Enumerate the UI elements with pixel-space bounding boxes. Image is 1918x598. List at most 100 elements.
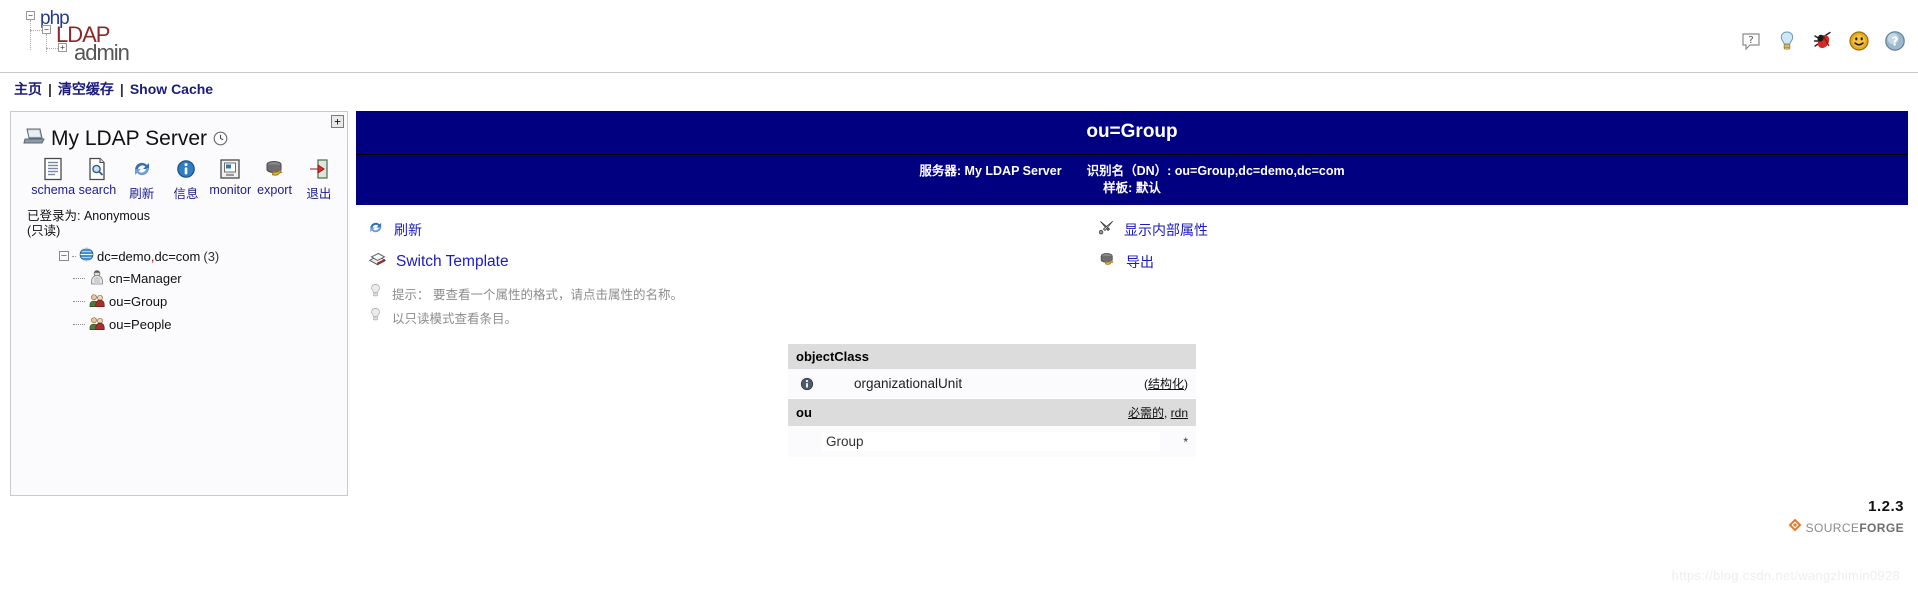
attribute-header-objectclass: objectClass [788,343,1196,369]
footer: 1.2.3 SOURCEFORGE [1788,498,1904,537]
search-icon [75,155,119,181]
logout-icon [297,155,341,181]
sidebar-tool-logout-label: 退出 [306,187,332,201]
smiley-icon[interactable] [1848,30,1870,52]
template-icon [368,250,387,274]
entry-actions: 刷新 Switch Template 提示： 要查看一个属性的格式，请点击属性的… [356,219,1908,329]
sourceforge-badge[interactable]: SOURCEFORGE [1788,518,1904,537]
sidebar-tool-monitor[interactable]: monitor [208,155,252,202]
logo-text-admin: admin [74,40,130,65]
group-icon [89,315,105,334]
action-export[interactable]: 导出 [1098,250,1208,274]
required-asterisk: * [1183,434,1188,449]
info-icon [164,155,208,181]
lightbulb-icon [368,283,383,303]
action-refresh-label[interactable]: 刷新 [394,220,422,240]
action-show-internal-attributes[interactable]: 显示内部属性 [1098,219,1208,241]
tree-node-ou-people[interactable]: ou=People [73,315,341,334]
tree-node-label[interactable]: ou=People [109,317,172,332]
tree-root-node[interactable]: – dc=demo,dc=com (3) [59,247,341,265]
sidebar-tool-monitor-label: monitor [209,183,252,197]
sidebar-tool-refresh[interactable]: 刷新 [120,155,164,202]
group-icon [89,292,105,311]
action-refresh[interactable]: 刷新 [368,219,683,241]
clock-icon [213,131,228,146]
action-switch-template-label[interactable]: Switch Template [396,253,509,271]
tree-root-count: (3) [203,248,220,264]
export-icon [252,155,296,181]
sidebar-tool-search[interactable]: search [75,155,119,202]
tree-node-cn-manager[interactable]: cn=Manager [73,269,341,288]
question-help-icon[interactable]: ? [1884,30,1906,52]
action-show-internal-attributes-label[interactable]: 显示内部属性 [1124,220,1208,240]
tree-node-ou-group[interactable]: ou=Group [73,292,341,311]
flag-rdn[interactable]: rdn [1171,406,1188,420]
server-tool-strip: schema search 刷新 信息 monitor export 退出 [31,155,341,202]
main-content: ou=Group 服务器: My LDAP Server 识别名（DN）: ou… [356,111,1908,457]
sidebar-collapse-button[interactable]: + [331,115,344,128]
logo-line-3 [46,34,47,52]
tree-expander-icon[interactable]: – [59,251,69,261]
sidebar-panel: + My LDAP Server schema search 刷新 信息 mon… [10,111,348,496]
bug-icon[interactable] [1812,30,1834,52]
tree-guide [73,301,85,302]
hint-readonly-mode: 以只读模式查看条目。 [368,307,683,327]
tools-icon [1098,219,1115,241]
hint-attribute-format: 提示： 要查看一个属性的格式，请点击属性的名称。 [368,283,683,303]
sidebar-tool-export[interactable]: export [252,155,296,202]
logo-line-1 [30,20,31,50]
sidebar-tool-info[interactable]: 信息 [164,155,208,202]
action-switch-template[interactable]: Switch Template [368,250,683,274]
nav-separator-1: | [48,81,52,97]
sidebar-tool-logout[interactable]: 退出 [297,155,341,202]
attribute-value-row: * [788,426,1196,457]
attribute-name[interactable]: ou [796,405,812,420]
logo-line-4 [46,48,58,49]
attribute-name[interactable]: objectClass [796,349,869,364]
entry-dn-value: ou=Group,dc=demo,dc=com [1174,164,1345,178]
entry-meta-line1: 服务器: My LDAP Server 识别名（DN）: ou=Group,dc… [356,163,1908,180]
nav-purge-cache-link[interactable]: 清空缓存 [58,81,114,97]
nav-show-cache-link[interactable]: Show Cache [130,81,213,97]
globe-icon [78,247,95,265]
sidebar-tool-search-label: search [78,183,117,197]
server-computer-icon [23,126,45,151]
tree-connector [72,255,76,257]
info-icon[interactable] [796,377,818,391]
monitor-icon [208,155,252,181]
entry-server-label: 服务器: [919,164,962,178]
attribute-value-input-ou[interactable] [822,432,1160,451]
help-bubble-icon[interactable]: ? [1740,30,1762,52]
nav-home-link[interactable]: 主页 [14,81,42,97]
sidebar-tool-info-label: 信息 [173,187,199,201]
server-name-label: My LDAP Server [51,126,207,150]
refresh-icon [368,219,385,241]
phpldapadmin-logo: − php − LDAP + admin [18,8,138,65]
ldap-tree: – dc=demo,dc=com (3) cn=Manager ou=Group… [59,247,341,334]
lightbulb-icon[interactable] [1776,30,1798,52]
breadcrumb-nav: 主页 | 清空缓存 | Show Cache [0,72,1918,105]
sidebar-tool-export-label: export [257,183,292,197]
tree-node-label[interactable]: ou=Group [109,294,167,309]
action-export-label[interactable]: 导出 [1126,252,1154,272]
tree-root-label[interactable]: dc=demo,dc=com [97,249,200,264]
svg-text:?: ? [1892,35,1899,49]
login-status-line2: (只读) [27,224,61,238]
tree-node-label[interactable]: cn=Manager [109,271,182,286]
entry-meta-bar: 服务器: My LDAP Server 识别名（DN）: ou=Group,dc… [356,155,1908,205]
version-label: 1.2.3 [1868,498,1904,515]
export-icon [1098,250,1117,274]
header-icon-bar: ? ? [1740,30,1906,52]
tree-guide [73,278,85,279]
flag-required: 必需的 [1127,406,1164,420]
attributes-table: objectClass organizationalUnit (结构化) ou … [788,343,1196,457]
app-root: − php − LDAP + admin ? ? 主页 | 清空缓存 | Sho… [0,0,1918,598]
entry-title-bar: ou=Group [356,111,1908,155]
attribute-header-ou: ou 必需的, rdn [788,398,1196,426]
login-status-line1: 已登录为: Anonymous [27,209,150,223]
entry-template-value: 默认 [1135,181,1161,195]
logo-node-1: − [26,11,35,20]
entry-actions-right: 显示内部属性 导出 [1098,219,1208,283]
server-title: My LDAP Server [23,126,341,151]
sidebar-tool-schema[interactable]: schema [31,155,75,202]
